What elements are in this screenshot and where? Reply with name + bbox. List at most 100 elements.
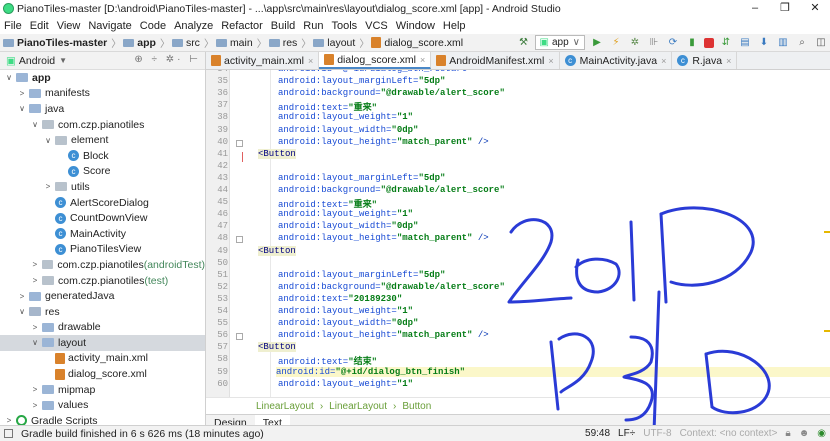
tree-item-block[interactable]: c Block [0, 148, 205, 164]
tree-item-generatedjava[interactable]: > generatedJava [0, 288, 205, 304]
inspector-icon[interactable]: ☻ [799, 428, 810, 439]
minimize-button[interactable]: – [740, 0, 770, 16]
tree-item-utils[interactable]: > utils [0, 179, 205, 195]
menu-analyze[interactable]: Analyze [174, 20, 213, 32]
run-icon[interactable]: ▶ [590, 36, 604, 50]
close-button[interactable]: ✕ [800, 0, 830, 16]
menu-code[interactable]: Code [140, 20, 166, 32]
close-tab-icon[interactable]: × [661, 56, 666, 66]
project-structure-icon[interactable]: ▥ [776, 36, 790, 50]
menu-navigate[interactable]: Navigate [88, 20, 131, 32]
tree-collapsed-icon[interactable]: > [30, 401, 40, 410]
tree-item-com-czp-pianotiles[interactable]: ∨ com.czp.pianotiles [0, 117, 205, 133]
breadcrumb-file[interactable]: dialog_score.xml [371, 37, 463, 49]
stop-icon[interactable] [704, 37, 714, 48]
file-encoding[interactable]: UTF-8 [643, 428, 671, 439]
tree-collapsed-icon[interactable]: > [43, 182, 53, 191]
tree-item-activity-main-xml[interactable]: activity_main.xml [0, 351, 205, 367]
close-tab-icon[interactable]: × [308, 56, 313, 66]
tab-androidmanifest-xml[interactable]: AndroidManifest.xml × [431, 52, 560, 69]
tree-collapsed-icon[interactable]: > [30, 323, 40, 332]
tree-collapsed-icon[interactable]: > [30, 276, 40, 285]
cursor-position[interactable]: 59:48 [585, 428, 610, 439]
fold-marker-icon[interactable] [236, 236, 243, 244]
tree-collapsed-icon[interactable]: > [17, 89, 27, 98]
tree-item-values[interactable]: > values [0, 397, 205, 413]
menu-run[interactable]: Run [303, 20, 323, 32]
run-config-dropdown[interactable]: ▣ app ∨ [534, 35, 585, 50]
breadcrumb-res[interactable]: res [268, 37, 297, 49]
toggle-tool-windows-icon[interactable] [4, 429, 13, 438]
close-tab-icon[interactable]: × [548, 56, 553, 66]
lock-icon[interactable]: 🔒︎ [785, 428, 790, 439]
tree-item-mipmap[interactable]: > mipmap [0, 382, 205, 398]
tree-item-score[interactable]: c Score [0, 164, 205, 180]
code-editor[interactable]: 34 353637383940414243 44 454647484950515253… [206, 70, 830, 397]
tree-collapsed-icon[interactable]: > [30, 260, 40, 269]
attach-debugger-icon[interactable]: ⟳ [666, 36, 680, 50]
close-tab-icon[interactable]: × [726, 56, 731, 66]
breadcrumb-button[interactable]: Button [402, 401, 431, 412]
help-icon[interactable]: ◫ [814, 36, 828, 50]
chevron-down-icon[interactable]: ▼ [59, 56, 67, 65]
sync-icon[interactable]: ⇵ [719, 36, 733, 50]
tree-item-element[interactable]: ∨ element [0, 132, 205, 148]
status-message[interactable]: Gradle build finished in 6 s 626 ms (18 … [21, 428, 264, 440]
breadcrumb-layout[interactable]: layout [313, 37, 355, 49]
tree-item-alertscoredialog[interactable]: c AlertScoreDialog [0, 195, 205, 211]
breadcrumb-linearlayout-2[interactable]: LinearLayout [329, 401, 387, 412]
menu-file[interactable]: File [4, 20, 22, 32]
hammer-icon[interactable]: ⚒ [517, 36, 531, 50]
breadcrumb-main[interactable]: main [215, 37, 253, 49]
menu-edit[interactable]: Edit [30, 20, 49, 32]
panel-actions[interactable]: ⊕ ÷ ✲· ⊢ [134, 54, 201, 65]
breadcrumb-src[interactable]: src [171, 37, 200, 49]
debug-icon[interactable]: ✲ [628, 36, 642, 50]
tree-item-layout[interactable]: ∨ layout [0, 335, 205, 351]
tree-expanded-icon[interactable]: ∨ [4, 73, 14, 82]
menu-tools[interactable]: Tools [331, 20, 357, 32]
profile-icon[interactable]: ⊪ [647, 36, 661, 50]
tree-collapsed-icon[interactable]: > [4, 416, 14, 425]
menu-vcs[interactable]: VCS [365, 20, 388, 32]
tree-item-drawable[interactable]: > drawable [0, 320, 205, 336]
tab-r-java[interactable]: c R.java × [672, 52, 738, 69]
tree-item-dialog-score-xml[interactable]: dialog_score.xml [0, 366, 205, 382]
search-icon[interactable]: ⌕ [795, 36, 809, 50]
fold-marker-icon[interactable] [236, 333, 243, 341]
tree-collapsed-icon[interactable]: > [17, 292, 27, 301]
tab-activity-main-xml[interactable]: activity_main.xml × [206, 52, 320, 69]
project-view-dropdown[interactable]: Android [19, 55, 55, 67]
menu-window[interactable]: Window [396, 20, 435, 32]
breadcrumb-linearlayout-1[interactable]: LinearLayout [256, 401, 314, 412]
device-icon[interactable]: ▮ [685, 36, 699, 50]
tree-item-pianotilesview[interactable]: c PianoTilesView [0, 242, 205, 258]
line-separator[interactable]: LF÷ [618, 428, 635, 439]
sdk-manager-icon[interactable]: ⬇ [757, 36, 771, 50]
tree-item-manifests[interactable]: > manifests [0, 86, 205, 102]
tree-item-mainactivity[interactable]: c MainActivity [0, 226, 205, 242]
tree-expanded-icon[interactable]: ∨ [17, 104, 27, 113]
tree-collapsed-icon[interactable]: > [30, 385, 40, 394]
close-tab-icon[interactable]: × [420, 55, 425, 65]
fold-marker-icon[interactable] [236, 139, 243, 147]
avd-manager-icon[interactable]: ▤ [738, 36, 752, 50]
menu-build[interactable]: Build [271, 20, 295, 32]
tree-expanded-icon[interactable]: ∨ [30, 338, 40, 347]
maximize-button[interactable]: ❐ [770, 0, 800, 16]
event-log-icon[interactable]: ◉ [817, 428, 826, 439]
tree-expanded-icon[interactable]: ∨ [30, 120, 40, 129]
apply-changes-icon[interactable]: ⚡ [609, 36, 623, 50]
menu-view[interactable]: View [57, 20, 81, 32]
tree-item-java[interactable]: ∨ java [0, 101, 205, 117]
tab-mainactivity-java[interactable]: c MainActivity.java × [560, 52, 673, 69]
tree-item-countdownview[interactable]: c CountDownView [0, 210, 205, 226]
context-indicator[interactable]: Context: <no context> [680, 428, 778, 439]
breadcrumb-project[interactable]: PianoTiles-master [3, 37, 107, 49]
breadcrumb-app[interactable]: app [123, 37, 156, 49]
menu-help[interactable]: Help [443, 20, 466, 32]
tree-expanded-icon[interactable]: ∨ [17, 307, 27, 316]
tree-item-app[interactable]: ∨ app [0, 70, 205, 86]
menu-refactor[interactable]: Refactor [221, 20, 263, 32]
tab-dialog-score-xml[interactable]: dialog_score.xml × [319, 52, 432, 69]
